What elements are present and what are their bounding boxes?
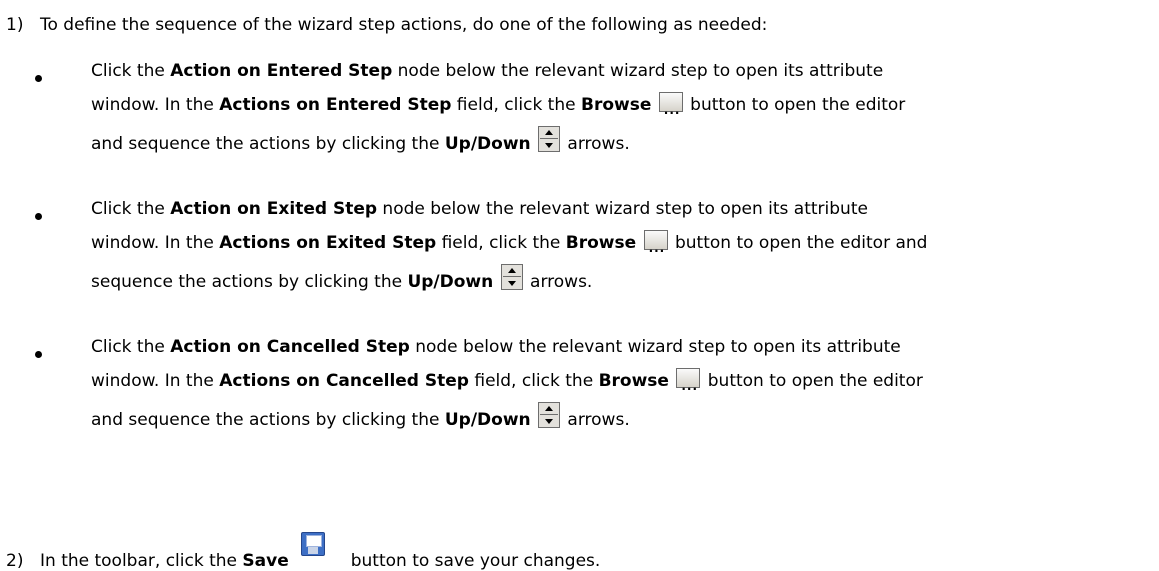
bullet-line: window. In the Actions on Exited Step fi… bbox=[91, 226, 1131, 265]
text: arrows. bbox=[562, 134, 630, 154]
text: and sequence the actions by clicking the bbox=[91, 134, 445, 154]
up-down-arrows-icon bbox=[538, 126, 561, 152]
bullet-line: window. In the Actions on Entered Step f… bbox=[91, 88, 1131, 127]
text: button to open the editor bbox=[684, 95, 906, 115]
button-name: Up/Down bbox=[444, 410, 531, 430]
field-name: Actions on Exited Step bbox=[219, 233, 437, 253]
text: window. In the bbox=[91, 95, 220, 115]
node-name: Action on Exited Step bbox=[170, 199, 378, 219]
up-down-arrows-icon bbox=[500, 264, 523, 290]
button-name: Save bbox=[242, 551, 289, 571]
text: node below the relevant wizard step to o… bbox=[392, 61, 884, 81]
text: arrows. bbox=[562, 410, 630, 430]
text: node below the relevant wizard step to o… bbox=[377, 199, 868, 219]
step-1: 1) To define the sequence of the wizard s… bbox=[6, 15, 767, 35]
bullet-line: and sequence the actions by clicking the… bbox=[91, 122, 1131, 161]
text: field, click the bbox=[436, 233, 566, 253]
step-number: 1) bbox=[6, 15, 24, 35]
text: Click the bbox=[91, 337, 171, 357]
button-name: Up/Down bbox=[407, 272, 494, 292]
step-text: In the toolbar, click the bbox=[40, 551, 243, 571]
browse-icon bbox=[676, 368, 701, 403]
text: button to open the editor and bbox=[669, 233, 928, 253]
browse-icon bbox=[658, 92, 683, 127]
text: field, click the bbox=[451, 95, 581, 115]
bullet-line: sequence the actions by clicking the Up/… bbox=[91, 260, 1131, 299]
text: and sequence the actions by clicking the bbox=[91, 410, 445, 430]
bullet-line: and sequence the actions by clicking the… bbox=[91, 398, 1131, 437]
text: window. In the bbox=[91, 233, 220, 253]
bullet-line: Click the Action on Entered Step node be… bbox=[91, 54, 1131, 88]
text: window. In the bbox=[91, 371, 220, 391]
step-text: To define the sequence of the wizard ste… bbox=[40, 15, 768, 35]
bullet-marker bbox=[35, 75, 42, 82]
bullet-marker bbox=[35, 351, 42, 358]
text: button to open the editor bbox=[702, 371, 923, 391]
up-down-arrows-icon bbox=[538, 402, 561, 428]
node-name: Action on Cancelled Step bbox=[170, 337, 410, 357]
bullet-item-entered: Click the Action on Entered Step node be… bbox=[91, 54, 1131, 161]
button-name: Browse bbox=[581, 95, 652, 115]
field-name: Actions on Cancelled Step bbox=[219, 371, 469, 391]
button-name: Up/Down bbox=[444, 134, 531, 154]
text: Click the bbox=[91, 61, 171, 81]
text: arrows. bbox=[524, 272, 593, 292]
bullet-line: Click the Action on Exited Step node bel… bbox=[91, 192, 1131, 226]
save-icon bbox=[300, 532, 325, 556]
node-name: Action on Entered Step bbox=[170, 61, 393, 81]
browse-icon bbox=[643, 230, 668, 265]
text: field, click the bbox=[468, 371, 599, 391]
bullet-item-cancelled: Click the Action on Cancelled Step node … bbox=[91, 330, 1131, 437]
bullet-marker bbox=[35, 213, 42, 220]
text: node below the relevant wizard step to o… bbox=[409, 337, 901, 357]
button-name: Browse bbox=[565, 233, 637, 253]
text: sequence the actions by clicking the bbox=[91, 272, 408, 292]
field-name: Actions on Entered Step bbox=[219, 95, 452, 115]
bullet-item-exited: Click the Action on Exited Step node bel… bbox=[91, 192, 1131, 299]
bullet-line: window. In the Actions on Cancelled Step… bbox=[91, 364, 1131, 403]
step-text: button to save your changes. bbox=[350, 551, 601, 571]
step-number: 2) bbox=[6, 551, 24, 571]
step-2: 2) In the toolbar, click the Save button t… bbox=[6, 532, 600, 571]
bullet-line: Click the Action on Cancelled Step node … bbox=[91, 330, 1131, 364]
button-name: Browse bbox=[598, 371, 669, 391]
text: Click the bbox=[91, 199, 171, 219]
